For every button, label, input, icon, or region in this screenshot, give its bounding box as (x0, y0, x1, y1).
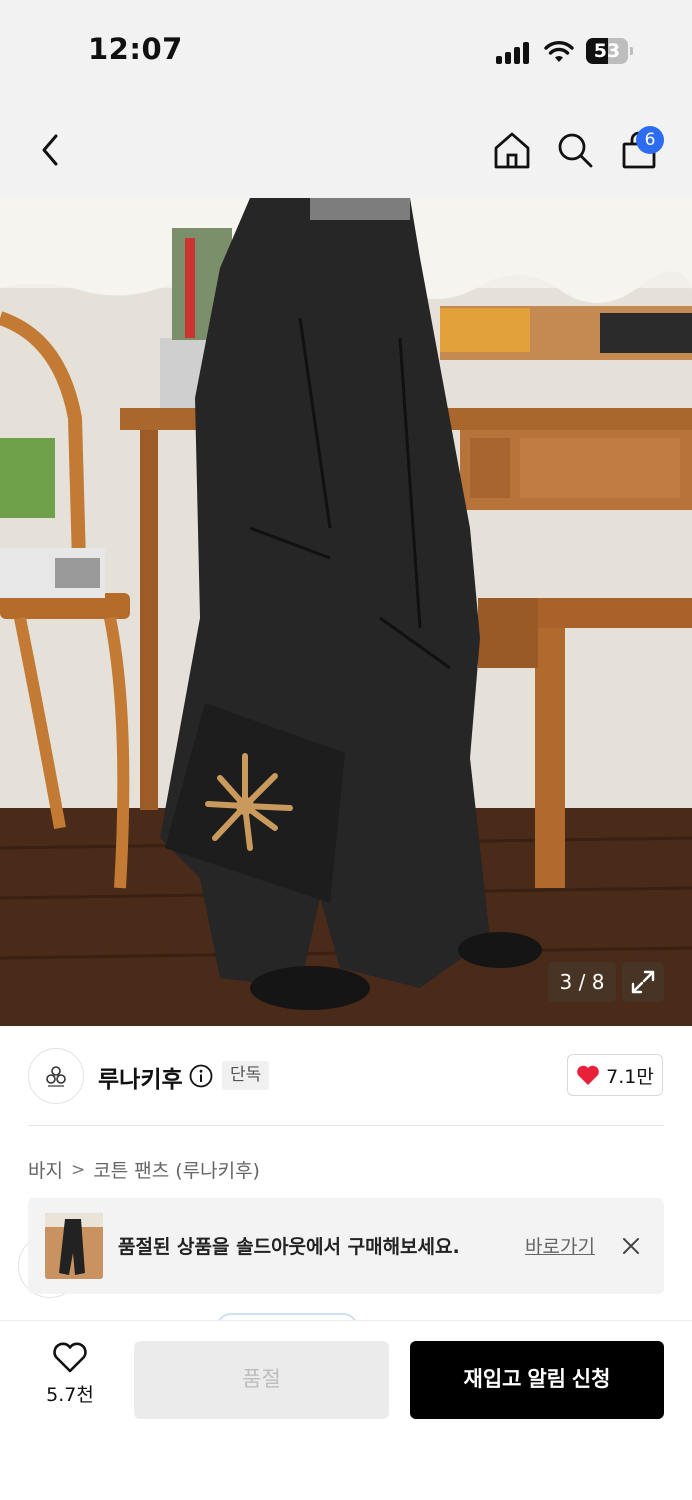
soldout-banner-link[interactable]: 바로가기 (525, 1232, 595, 1259)
wishlist-count: 5.7천 (46, 1384, 94, 1406)
home-icon[interactable] (490, 128, 534, 172)
battery-level: 53 (593, 40, 621, 62)
banner-product-thumbnail (45, 1213, 103, 1279)
brand-like-count: 7.1만 (606, 1065, 654, 1088)
heart-filled-icon (577, 1065, 599, 1085)
back-arrow-icon[interactable] (28, 128, 72, 172)
brand-logo[interactable] (28, 1048, 84, 1104)
divider (28, 1125, 664, 1126)
search-icon[interactable] (553, 128, 597, 172)
expand-icon[interactable] (622, 962, 664, 1002)
status-bar: 12:07 53 (0, 0, 692, 100)
breadcrumb-item-subcategory[interactable]: 코튼 팬츠 (루나키후) (93, 1156, 260, 1183)
breadcrumb: 바지 > 코튼 팬츠 (루나키후) (28, 1156, 260, 1183)
wishlist-button[interactable]: 5.7천 (32, 1342, 108, 1418)
breadcrumb-item-category[interactable]: 바지 (28, 1156, 63, 1183)
brand-name[interactable]: 루나키후 (98, 1060, 183, 1094)
brand-like-button[interactable]: 7.1만 (567, 1054, 663, 1096)
battery-icon: 53 (586, 38, 634, 64)
soldout-banner-text: 품절된 상품을 솔드아웃에서 구매해보세요. (118, 1236, 460, 1258)
soldout-banner[interactable]: 품절된 상품을 솔드아웃에서 구매해보세요. 바로가기 (28, 1198, 664, 1294)
soldout-button: 품절 (134, 1341, 389, 1419)
cart-count-badge: 6 (636, 126, 664, 154)
product-image[interactable] (0, 198, 692, 1026)
exclusive-badge: 단독 (222, 1061, 270, 1090)
chevron-right-icon: > (70, 1159, 86, 1180)
info-icon[interactable] (189, 1064, 213, 1088)
close-icon[interactable] (619, 1234, 643, 1258)
restock-alert-button[interactable]: 재입고 알림 신청 (410, 1341, 664, 1419)
heart-outline-icon (53, 1342, 87, 1373)
status-time: 12:07 (88, 32, 183, 66)
image-counter: 3 / 8 (548, 962, 616, 1002)
top-nav (0, 100, 692, 198)
wifi-icon (544, 38, 574, 64)
signal-icon (496, 40, 532, 64)
